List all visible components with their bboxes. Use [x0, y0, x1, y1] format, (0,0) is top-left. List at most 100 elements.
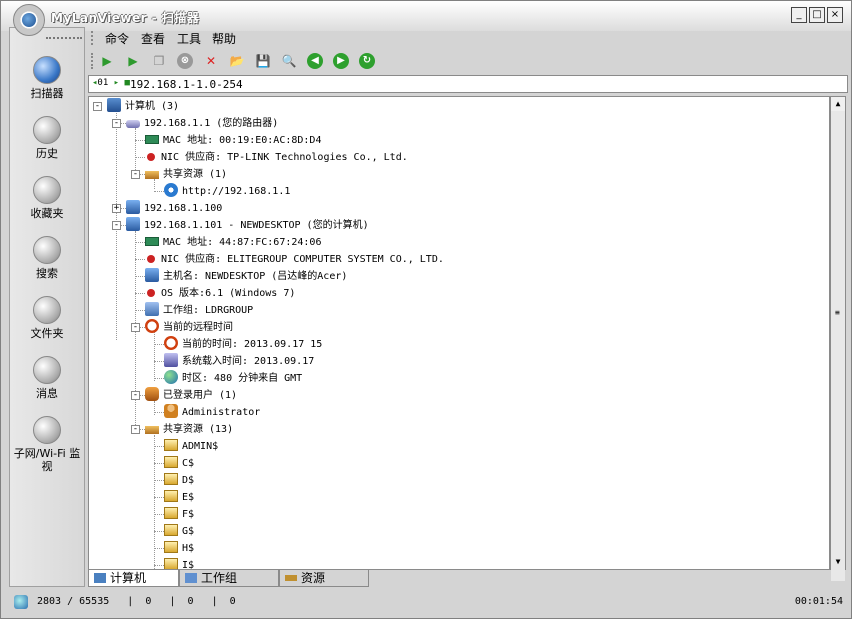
system-icon	[164, 353, 178, 367]
sidebar-item-6[interactable]: 子网/Wi-Fi 监视	[10, 416, 84, 473]
tree-node[interactable]: D$	[164, 472, 194, 489]
sidebar-grip	[46, 37, 82, 39]
tree-node[interactable]: http://192.168.1.1	[164, 183, 290, 200]
tab-workgroups[interactable]: 工作组	[179, 570, 279, 587]
tree-node-label: 共享资源 (1)	[163, 169, 227, 180]
tree-node-label: MAC 地址: 00:19:E0:AC:8D:D4	[163, 135, 321, 146]
sidebar-item-2[interactable]: 收藏夹	[10, 176, 84, 220]
menu-grip	[91, 31, 93, 45]
expand-toggle-icon[interactable]: +	[112, 204, 121, 213]
tab-computers[interactable]: 计算机	[88, 570, 179, 587]
scan-range-icon[interactable]: ▶	[125, 53, 141, 69]
tree-node[interactable]: H$	[164, 540, 194, 557]
tree-node[interactable]: F$	[164, 506, 194, 523]
shared-folder-icon	[164, 558, 178, 570]
back-icon[interactable]: ◀	[307, 53, 323, 69]
tree-node[interactable]: 已登录用户 (1)	[145, 387, 237, 404]
sidebar-item-label: 扫描器	[10, 87, 84, 100]
sidebar-item-label: 搜索	[10, 267, 84, 280]
mac-icon	[145, 237, 159, 246]
computer-tab-icon	[94, 573, 106, 583]
title-bar[interactable]: MyLanViewer - 扫描器 _ □ ×	[1, 1, 851, 31]
collapse-toggle-icon[interactable]: -	[93, 102, 102, 111]
collapse-toggle-icon[interactable]: -	[112, 221, 121, 230]
tree-node-label: D$	[182, 475, 194, 486]
find-icon[interactable]: 🔍	[281, 53, 297, 69]
collapse-toggle-icon[interactable]: -	[131, 425, 140, 434]
collapse-toggle-icon[interactable]: -	[131, 323, 140, 332]
tree-node[interactable]: C$	[164, 455, 194, 472]
stop-icon[interactable]: ⊗	[177, 53, 193, 69]
status-bar: 2803 / 65535 | 0 | 0 | 0 00:01:54	[9, 591, 847, 613]
copy-icon[interactable]: ❐	[151, 53, 167, 69]
workgroup-tab-icon	[185, 573, 197, 583]
menu-bar: 命令 查看 工具 帮助	[87, 28, 847, 48]
share-icon	[145, 426, 159, 434]
tree-node[interactable]: G$	[164, 523, 194, 540]
menu-help[interactable]: 帮助	[212, 30, 236, 47]
tree-node[interactable]: 共享资源 (13)	[145, 421, 233, 438]
scroll-up-arrow-icon[interactable]: ▲	[831, 97, 845, 111]
computer-tree[interactable]: 计算机 (3)-192.168.1.1 (您的路由器)-MAC 地址: 00:1…	[88, 96, 830, 570]
tree-node[interactable]: 192.168.1.101 - NEWDESKTOP (您的计算机)	[126, 217, 369, 234]
tree-node[interactable]: 共享资源 (1)	[145, 166, 227, 183]
scroll-thumb[interactable]: ≡	[831, 111, 845, 581]
collapse-toggle-icon[interactable]: -	[131, 170, 140, 179]
tree-connector	[154, 531, 164, 532]
tree-node[interactable]: Administrator	[164, 404, 260, 421]
tree-node[interactable]: 工作组: LDRGROUP	[145, 302, 253, 319]
vertical-scrollbar[interactable]: ▲ ≡ ▼	[830, 96, 846, 570]
scroll-down-arrow-icon[interactable]: ▼	[831, 555, 845, 569]
menu-tools[interactable]: 工具	[177, 30, 201, 47]
status-scan-icon	[14, 595, 28, 609]
save-icon[interactable]: 💾	[255, 53, 271, 69]
tree-node[interactable]: NIC 供应商: TP-LINK Technologies Co., Ltd.	[145, 149, 408, 166]
collapse-toggle-icon[interactable]: -	[131, 391, 140, 400]
tree-node-label: 共享资源 (13)	[163, 424, 233, 435]
window-controls: _ □ ×	[791, 7, 843, 23]
scan-icon[interactable]: ▶	[99, 53, 115, 69]
open-icon[interactable]: 📂	[229, 53, 245, 69]
menu-command[interactable]: 命令	[105, 30, 129, 47]
address-input[interactable]: 192.168.1-1.0-254	[130, 78, 243, 91]
tree-node-label: F$	[182, 509, 194, 520]
sidebar-item-3[interactable]: 搜索	[10, 236, 84, 280]
maximize-button[interactable]: □	[809, 7, 825, 23]
sidebar-item-5[interactable]: 消息	[10, 356, 84, 400]
tree-node[interactable]: NIC 供应商: ELITEGROUP COMPUTER SYSTEM CO.,…	[145, 251, 444, 268]
tree-node[interactable]: 时区: 480 分钟来自 GMT	[164, 370, 302, 387]
tree-connector	[154, 412, 164, 413]
tree-node[interactable]: OS 版本:6.1 (Windows 7)	[145, 285, 295, 302]
tree-connector	[154, 548, 164, 549]
tree-node[interactable]: 计算机 (3)	[107, 98, 179, 115]
scanner-icon	[33, 56, 61, 84]
tree-node[interactable]: ADMIN$	[164, 438, 218, 455]
tree-node[interactable]: 192.168.1.100	[126, 200, 222, 217]
tree-node[interactable]: MAC 地址: 00:19:E0:AC:8D:D4	[145, 132, 321, 149]
close-button[interactable]: ×	[827, 7, 843, 23]
tree-node[interactable]: 系统载入时间: 2013.09.17	[164, 353, 314, 370]
address-bar[interactable]: ◂01 ▸ ■ 192.168.1-1.0-254	[88, 75, 848, 93]
menu-view[interactable]: 查看	[141, 30, 165, 47]
tree-node[interactable]: 当前的远程时间	[145, 319, 233, 336]
tree-node[interactable]: E$	[164, 489, 194, 506]
sidebar-item-4[interactable]: 文件夹	[10, 296, 84, 340]
tree-node[interactable]: 192.168.1.1 (您的路由器)	[126, 115, 278, 132]
tree-node[interactable]: 主机名: NEWDESKTOP (吕达峰的Acer)	[145, 268, 347, 285]
tree-node[interactable]: 当前的时间: 2013.09.17 15	[164, 336, 322, 353]
tree-connector	[135, 259, 145, 260]
forward-icon[interactable]: ▶	[333, 53, 349, 69]
tree-node[interactable]: MAC 地址: 44:87:FC:67:24:06	[145, 234, 321, 251]
delete-icon[interactable]: ✕	[203, 53, 219, 69]
tree-node[interactable]: I$	[164, 557, 194, 570]
sidebar-item-1[interactable]: 历史	[10, 116, 84, 160]
tree-node-label: Administrator	[182, 407, 260, 418]
collapse-toggle-icon[interactable]: -	[112, 119, 121, 128]
minimize-button[interactable]: _	[791, 7, 807, 23]
vendor-icon	[147, 153, 155, 161]
sidebar-item-0[interactable]: 扫描器	[10, 56, 84, 100]
tab-resources[interactable]: 资源	[279, 570, 369, 587]
refresh-icon[interactable]: ↻	[359, 53, 375, 69]
tree-node-label: H$	[182, 543, 194, 554]
tree-node-label: 当前的时间: 2013.09.17 15	[182, 339, 322, 350]
